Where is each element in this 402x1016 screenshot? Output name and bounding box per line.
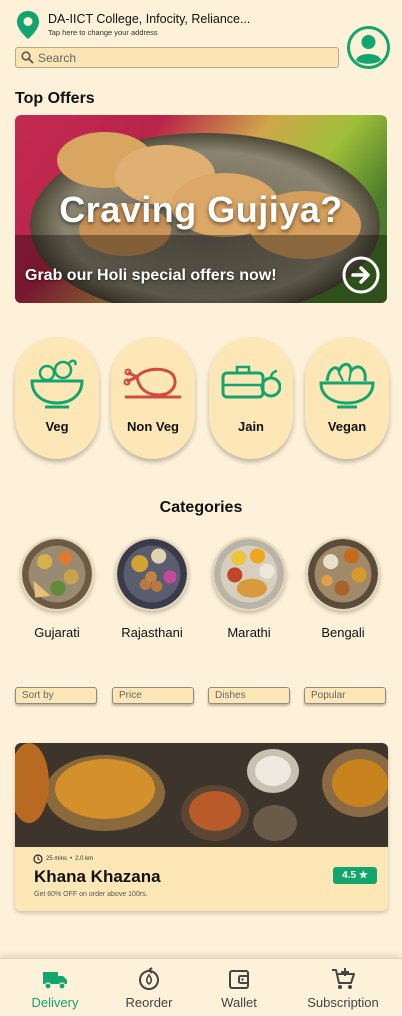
- category-rajasthani[interactable]: Rajasthani: [112, 537, 192, 640]
- category-label: Bengali: [321, 625, 365, 640]
- sort-by-dropdown[interactable]: Sort by: [15, 687, 97, 704]
- restaurant-image: [15, 743, 388, 847]
- reorder-icon: [139, 967, 159, 990]
- user-icon[interactable]: [347, 26, 390, 69]
- restaurant-offer: Get 60% OFF on order above 100rs.: [34, 891, 148, 898]
- distance: 2.0 km: [75, 856, 94, 862]
- nav-label: Wallet: [221, 995, 257, 1010]
- banner-headline: Craving Gujiya?: [59, 189, 343, 230]
- header: DA-IICT College, Infocity, Reliance... T…: [0, 0, 402, 80]
- nav-reorder[interactable]: Reorder: [122, 967, 176, 1010]
- meat-leg-icon: [123, 367, 181, 399]
- diet-filter-veg[interactable]: Veg: [15, 337, 99, 459]
- map-pin-icon: [17, 11, 39, 39]
- category-image: [115, 537, 189, 611]
- address-title[interactable]: DA-IICT College, Infocity, Reliance...: [48, 12, 250, 26]
- clock-icon: [33, 854, 43, 864]
- veg-bowl-icon: [30, 359, 84, 409]
- nav-label: Subscription: [307, 995, 379, 1010]
- nav-subscription[interactable]: Subscription: [303, 967, 383, 1010]
- category-image: [306, 537, 380, 611]
- diet-label: Jain: [237, 419, 264, 434]
- nav-wallet[interactable]: Wallet: [216, 967, 262, 1010]
- diet-filter-jain[interactable]: Jain: [209, 337, 293, 459]
- salad-bowl-icon: [319, 362, 375, 409]
- restaurant-card[interactable]: 25 mins • 2.0 km Khana Khazana Get 60% O…: [15, 743, 388, 911]
- diet-label: Non Veg: [126, 419, 179, 434]
- dishes-filter[interactable]: Dishes: [208, 687, 290, 704]
- truck-icon: [43, 972, 67, 990]
- category-label: Gujarati: [34, 625, 80, 640]
- category-marathi[interactable]: Marathi: [209, 537, 289, 640]
- search-icon: [21, 51, 34, 64]
- bottom-nav: Delivery Reorder Wallet Subscription: [0, 958, 402, 1016]
- diet-filter-vegan[interactable]: Vegan: [305, 337, 389, 459]
- category-image: [20, 537, 94, 611]
- categories-title: Categories: [159, 499, 243, 516]
- rating-badge: 4.5 ★: [333, 867, 377, 884]
- nav-label: Delivery: [31, 995, 79, 1010]
- lunchbox-apple-icon: [221, 365, 281, 399]
- banner-subtext: Grab our Holi special offers now!: [25, 267, 277, 284]
- nav-label: Reorder: [125, 995, 173, 1010]
- search-input[interactable]: [38, 50, 338, 65]
- diet-label: Vegan: [327, 419, 367, 434]
- address-subtitle: Tap here to change your address: [48, 28, 158, 37]
- category-bengali[interactable]: Bengali: [303, 537, 383, 640]
- diet-label: Veg: [45, 419, 69, 434]
- cart-plus-icon: [332, 968, 355, 989]
- restaurant-meta: 25 mins • 2.0 km: [33, 854, 93, 864]
- delivery-time: 25 mins: [46, 856, 68, 862]
- popular-filter[interactable]: Popular: [304, 687, 386, 704]
- search-bar[interactable]: [15, 47, 339, 68]
- category-label: Rajasthani: [121, 625, 183, 640]
- category-label: Marathi: [227, 625, 271, 640]
- restaurant-name: Khana Khazana: [34, 867, 161, 886]
- diet-filter-non-veg[interactable]: Non Veg: [111, 337, 195, 459]
- price-filter[interactable]: Price: [112, 687, 194, 704]
- meta-separator: •: [70, 856, 73, 862]
- top-offers-title: Top Offers: [15, 90, 95, 107]
- arrow-right-icon[interactable]: [342, 256, 380, 294]
- category-image: [212, 537, 286, 611]
- category-gujarati[interactable]: Gujarati: [17, 537, 97, 640]
- offer-banner[interactable]: Craving Gujiya? Grab our Holi special of…: [15, 115, 387, 303]
- nav-delivery[interactable]: Delivery: [30, 967, 80, 1010]
- wallet-icon: [229, 970, 249, 989]
